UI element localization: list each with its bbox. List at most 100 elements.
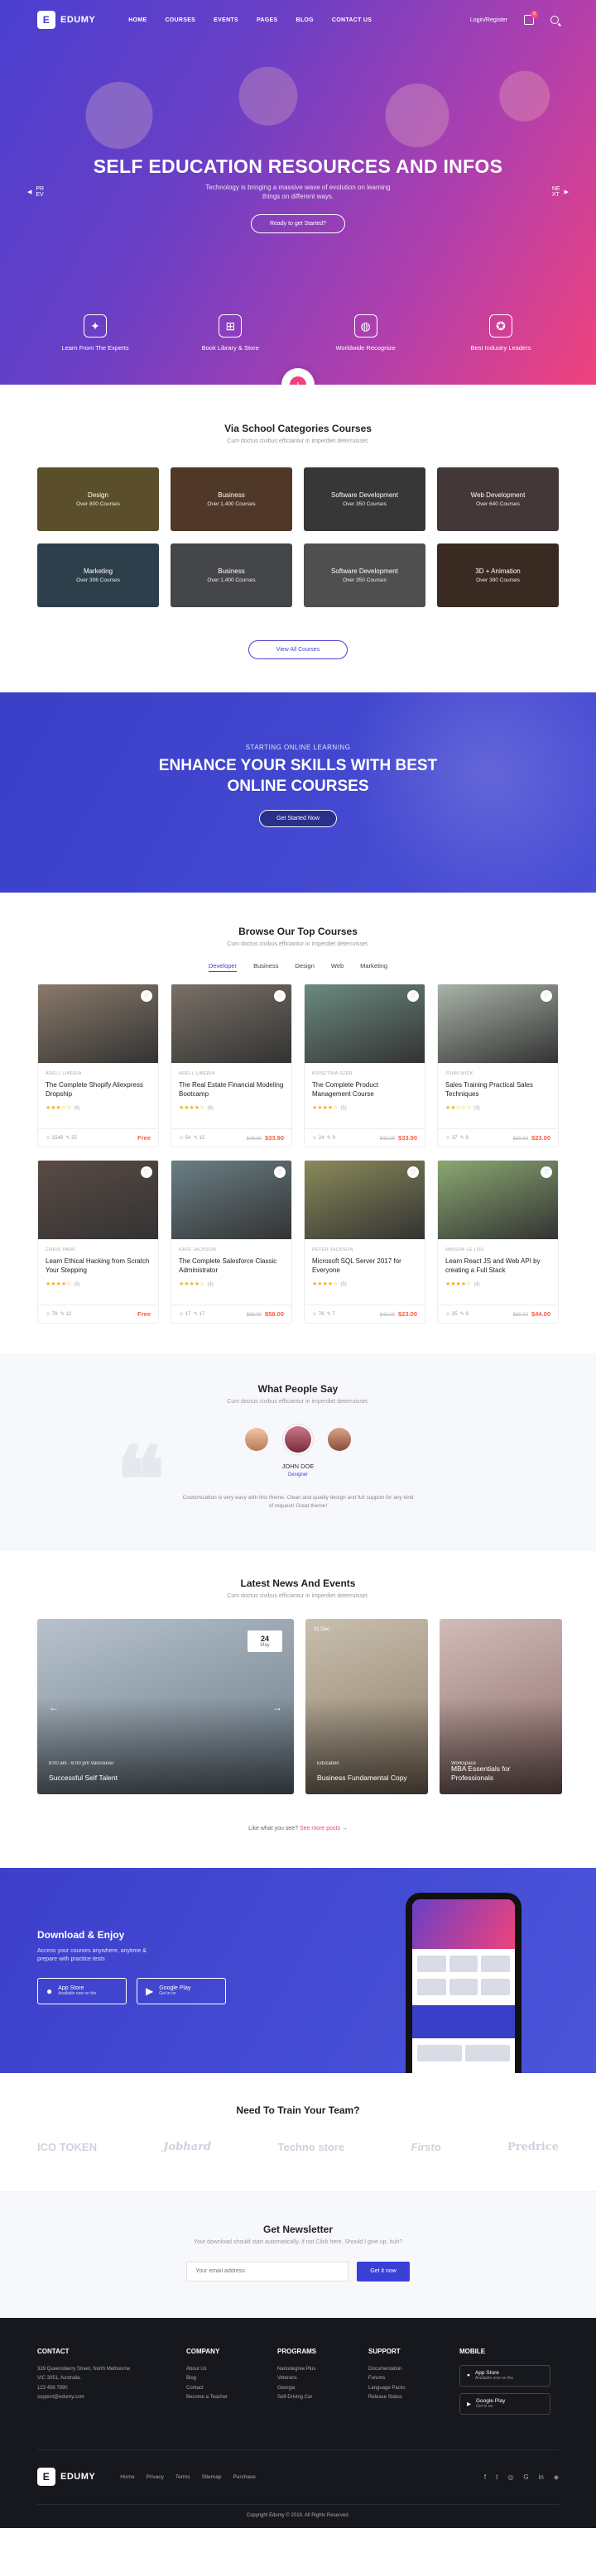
heart-icon[interactable]: ♡ [274,990,286,1002]
category-card[interactable]: Business Over 1,400 Courses [171,543,292,607]
partner-logo[interactable]: ICO TOKEN [37,2141,97,2153]
partner-logo[interactable]: Techno store [277,2141,344,2153]
footer-link[interactable]: Contact [186,2384,277,2393]
get-started-button[interactable]: Ready to get Started? [250,214,346,234]
partner-logos: ICO TOKEN Jobhard Techno store Firsto Pr… [37,2141,559,2153]
view-all-courses-button[interactable]: View All Courses [248,640,348,659]
google-icon[interactable]: G [523,2473,528,2481]
news-meta: 8:00 am - 6:00 pm Vancouver [49,1760,114,1766]
course-card[interactable]: ♡ JOHN WICK Sales Training Practical Sal… [437,984,559,1147]
footer-support: SUPPORT Documentation Forums Language Pa… [368,2348,459,2421]
course-students: ☺ 78 [312,1311,324,1317]
category-card[interactable]: Web Development Over 640 Courses [437,467,559,531]
heart-icon[interactable]: ♡ [541,990,552,1002]
footer-link-privacy[interactable]: Privacy [147,2474,164,2480]
avatar[interactable] [285,1426,311,1453]
news-card[interactable]: Workspace MBA Essentials for Professiona… [440,1618,562,1794]
heart-icon[interactable]: ♡ [407,990,419,1002]
nav-contact[interactable]: CONTACT US [332,17,372,23]
avatar[interactable] [245,1428,268,1451]
nav-courses[interactable]: COURSES [165,17,195,23]
tab-developer[interactable]: Developer [208,962,238,972]
heart-icon[interactable]: ♡ [407,1166,419,1178]
heart-icon[interactable]: ♡ [274,1166,286,1178]
footer-app-store-button[interactable]: ● App Store Available now on the [459,2364,550,2387]
footer-link-purchase[interactable]: Purchase [233,2474,255,2480]
course-price: $89.00 $58.00 [246,1310,284,1318]
footer-link[interactable]: Become a Teacher [186,2393,277,2402]
course-card[interactable]: ♡ KRISZTINA SZER The Complete Product Ma… [304,984,425,1147]
hero-title: SELF EDUCATION RESOURCES AND INFOS [93,156,503,177]
dribbble-icon[interactable]: ◈ [554,2473,559,2481]
newsletter-form: Get it now [0,2261,596,2282]
footer-link[interactable]: Release Status [368,2393,459,2402]
nav-blog[interactable]: BLOG [296,17,313,23]
category-card[interactable]: Software Development Over 350 Courses [304,467,425,531]
news-next-icon[interactable]: → [272,1702,282,1713]
facebook-icon[interactable]: f [484,2473,486,2481]
category-card[interactable]: Business Over 1,400 Courses [171,467,292,531]
course-card[interactable]: ♡ KATE JACKSON The Complete Salesforce C… [171,1160,292,1324]
footer-link[interactable]: Blog [186,2374,277,2383]
course-grid: ♡ ARELL LIBERIA The Complete Shopify Ali… [37,984,559,1324]
heart-icon[interactable]: ♡ [141,990,152,1002]
get-started-now-button[interactable]: Get Started Now [259,810,337,828]
footer-google-play-button[interactable]: ▶ Google Play Get in on [459,2392,550,2415]
partner-logo[interactable]: Predrice [507,2141,559,2153]
tab-design[interactable]: Design [296,962,315,972]
nav-home[interactable]: HOME [128,17,147,23]
heart-icon[interactable]: ♡ [541,1166,552,1178]
nav-pages[interactable]: PAGES [257,17,278,23]
footer-link[interactable]: Georgia [277,2384,368,2393]
partner-logo[interactable]: Jobhard [163,2141,211,2153]
app-store-button[interactable]: ● App Store Available now on the [37,1977,127,2004]
nav-events[interactable]: EVENTS [214,17,238,23]
newsletter-submit-button[interactable]: Get it now [357,2261,410,2282]
course-card[interactable]: ♡ CHRIS PARK Learn Ethical Hacking from … [37,1160,159,1324]
news-card[interactable]: 31 Dec Education Business Fundamental Co… [305,1618,428,1794]
login-register-link[interactable]: Login/Register [470,17,507,23]
category-card[interactable]: Marketing Over 306 Courses [37,543,159,607]
footer-link[interactable]: Language Packs [368,2384,459,2393]
course-card[interactable]: ♡ MAISON LE LOU Learn React JS and Web A… [437,1160,559,1324]
instagram-icon[interactable]: ◎ [507,2473,513,2481]
news-card[interactable]: 24 May ← → 8:00 am - 6:00 pm Vancouver Su… [37,1618,294,1794]
partner-logo[interactable]: Firsto [411,2141,441,2153]
footer-link-home[interactable]: Home [120,2474,134,2480]
google-play-button[interactable]: ▶ Google Play Get in on [137,1977,226,2004]
tab-web[interactable]: Web [331,962,344,972]
news-section: Latest News And Events Cum doctus civibu… [0,1551,596,1868]
footer-logo[interactable]: E EDUMY [37,2468,95,2487]
course-card[interactable]: ♡ ARELL LIBERIA The Complete Shopify Ali… [37,984,159,1147]
footer-bottom-links: Home Privacy Terms Sitemap Purchase [120,2474,256,2480]
footer-link[interactable]: Self-Driving Car [277,2393,368,2402]
twitter-icon[interactable]: t [496,2473,497,2481]
course-author: KRISZTINA SZER [312,1071,353,1076]
course-card[interactable]: ♡ PETER JACKSON Microsoft SQL Server 201… [304,1160,425,1324]
see-more-posts-link[interactable]: See more posts [300,1826,340,1831]
cart-icon[interactable]: 0 [524,11,538,25]
footer-link[interactable]: Nanodegree Plus [277,2365,368,2374]
search-icon[interactable] [550,16,559,24]
avatar[interactable] [328,1428,351,1451]
newsletter-email-input[interactable] [186,2261,349,2282]
footer-link-terms[interactable]: Terms [175,2474,190,2480]
heart-icon[interactable]: ♡ [141,1166,152,1178]
footer-link[interactable]: Veterans [277,2374,368,2383]
category-card[interactable]: Design Over 800 Courses [37,467,159,531]
footer-link-sitemap[interactable]: Sitemap [202,2474,222,2480]
logo[interactable]: E EDUMY [37,11,95,29]
category-card[interactable]: 3D + Animation Over 380 Courses [437,543,559,607]
footer-link[interactable]: Forums [368,2374,459,2383]
course-card[interactable]: ♡ ARELL LIBERIA The Real Estate Financia… [171,984,292,1147]
news-prev-icon[interactable]: ← [49,1702,59,1713]
course-author: PETER JACKSON [312,1247,353,1252]
linkedin-icon[interactable]: in [539,2473,544,2481]
course-rating: ★★☆☆☆ (3) [445,1105,480,1111]
tab-marketing[interactable]: Marketing [360,962,387,972]
category-card[interactable]: Software Development Over 350 Courses [304,543,425,607]
tab-business[interactable]: Business [253,962,278,972]
footer-link[interactable]: About Us [186,2365,277,2374]
footer-link[interactable]: Documentation [368,2365,459,2374]
course-students: ☺ 24 [312,1135,324,1141]
